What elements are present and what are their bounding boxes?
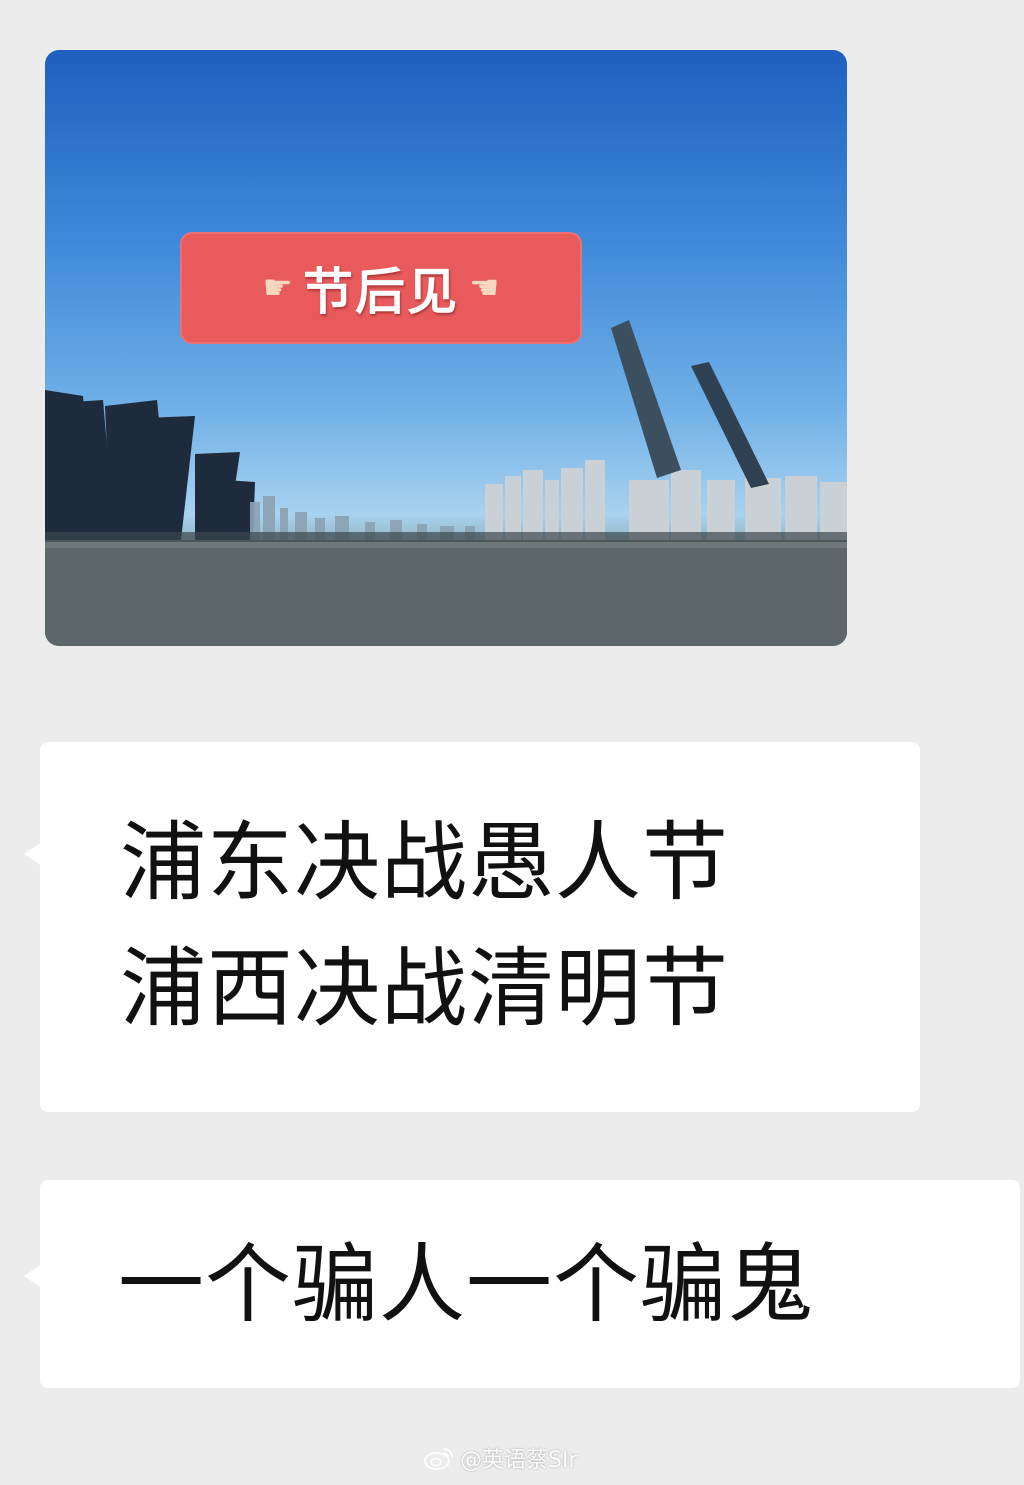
- weibo-icon: [424, 1448, 453, 1470]
- message-bubble[interactable]: 浦东决战愚人节 浦西决战清明节: [24, 742, 920, 1112]
- skyline-photo: [45, 320, 847, 646]
- left-buildings: [45, 390, 255, 540]
- watermark: @英语蔡SIr: [424, 1442, 578, 1474]
- watermark-text: @英语蔡SIr: [460, 1448, 578, 1473]
- world-financial-center: [691, 362, 769, 488]
- pointing-hand-left-icon: ☚: [469, 268, 500, 308]
- pointing-hand-right-icon: ☛: [262, 268, 293, 308]
- message-bubble[interactable]: 一个骗人一个骗鬼: [24, 1180, 1020, 1388]
- message-text-line: 浦西决战清明节: [120, 939, 729, 1039]
- message-text-line: 一个骗人一个骗鬼: [118, 1235, 814, 1335]
- message-text-line: 浦东决战愚人节: [120, 813, 729, 913]
- sticker-text: 节后见: [303, 263, 459, 321]
- sticker-banner: ☛ 节后见 ☚: [180, 232, 582, 344]
- river: [45, 540, 847, 646]
- chat-screen: ☛ 节后见 ☚ 浦东决战愚人节 浦西决战清明节 一个骗人一个骗鬼 @英语蔡SIr: [0, 0, 1024, 1485]
- shanghai-tower: [611, 320, 681, 478]
- image-message[interactable]: ☛ 节后见 ☚: [45, 50, 847, 646]
